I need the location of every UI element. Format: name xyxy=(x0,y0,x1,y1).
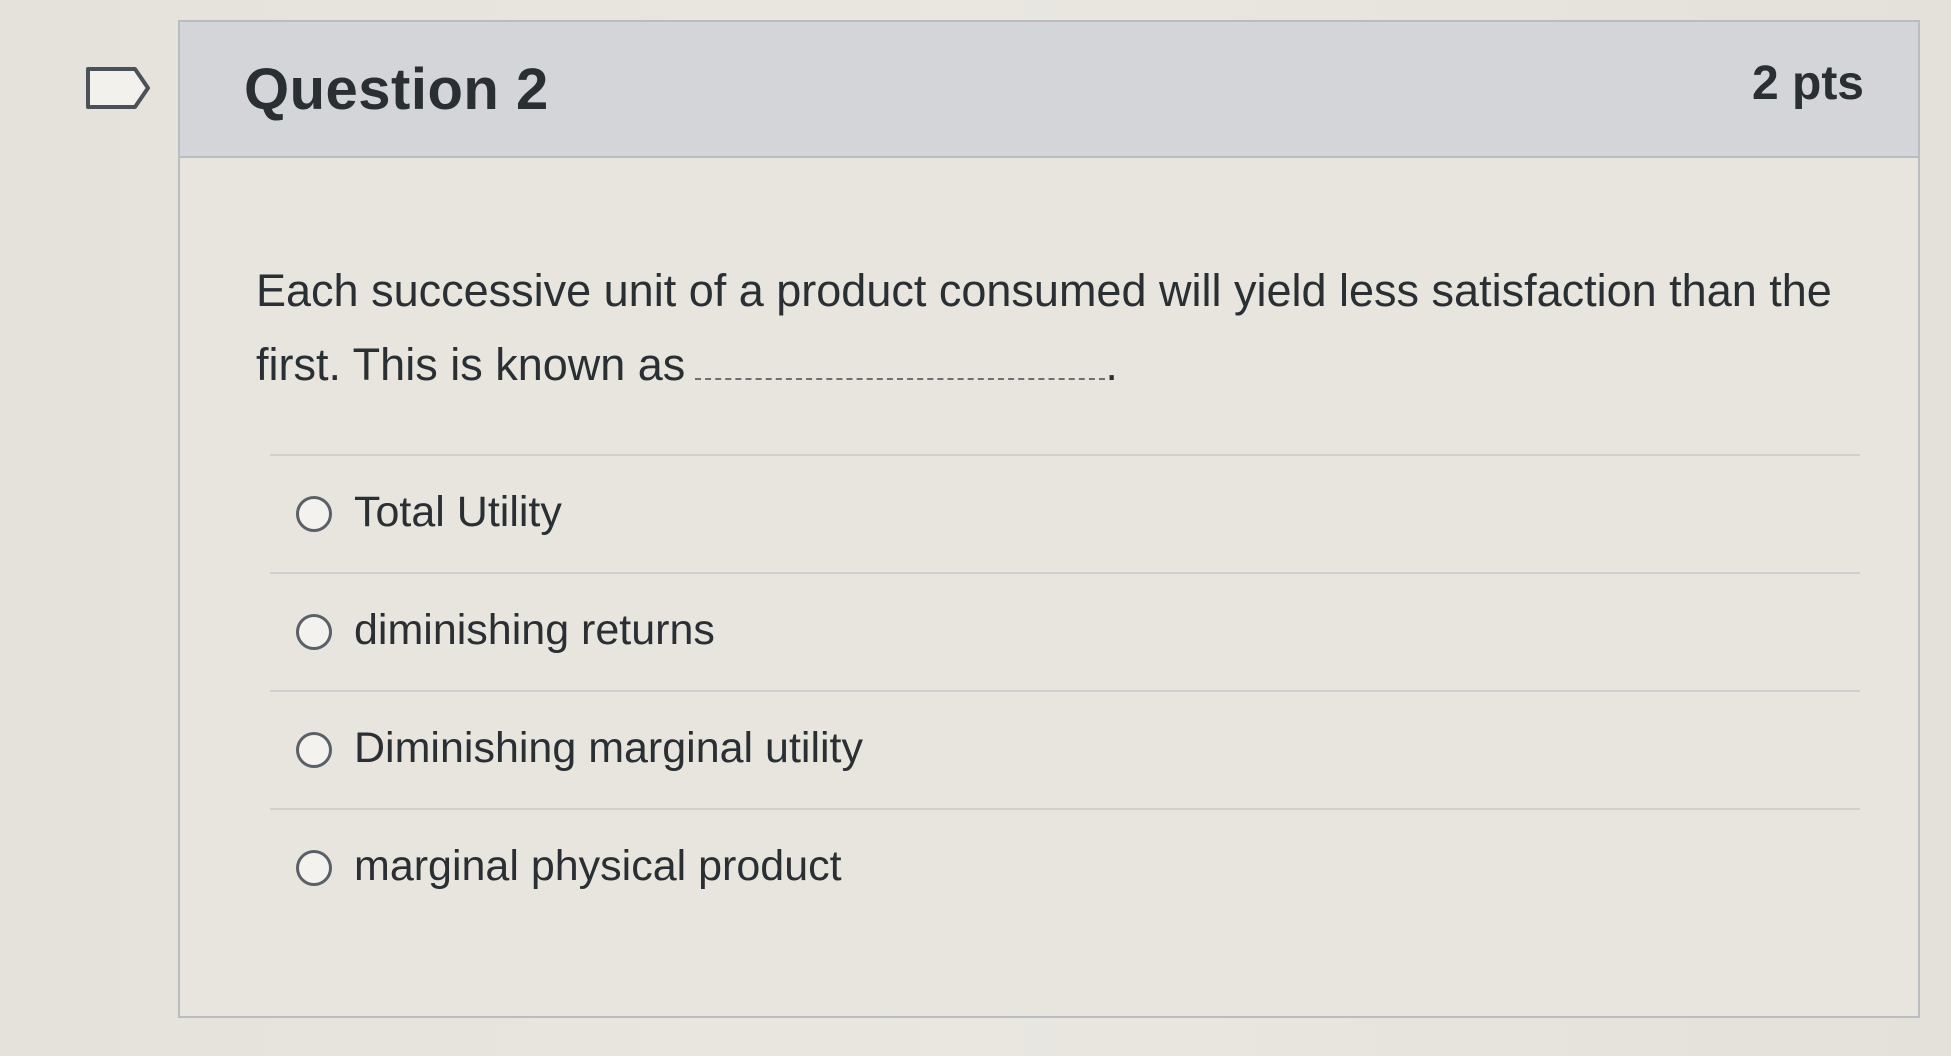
question-card: Question 2 2 pts Each successive unit of… xyxy=(178,20,1920,1018)
answer-label: marginal physical product xyxy=(354,842,842,890)
radio-button-icon[interactable] xyxy=(296,732,332,768)
answer-label: diminishing returns xyxy=(354,606,715,654)
answer-option-diminishing-returns[interactable]: diminishing returns xyxy=(270,574,1860,692)
question-header: Question 2 2 pts xyxy=(180,22,1918,158)
question-points: 2 pts xyxy=(1751,57,1864,110)
radio-button-icon[interactable] xyxy=(296,614,332,650)
question-text-suffix: . xyxy=(1105,339,1118,390)
flag-question-icon[interactable] xyxy=(85,66,151,110)
radio-button-icon[interactable] xyxy=(296,496,332,532)
answer-list: Total Utility diminishing returns Dimini… xyxy=(270,454,1860,926)
question-text: Each successive unit of a product consum… xyxy=(256,254,1876,402)
answer-option-diminishing-marginal-utility[interactable]: Diminishing marginal utility xyxy=(270,692,1860,810)
answer-blank xyxy=(695,344,1106,380)
question-title: Question 2 xyxy=(244,57,549,122)
answer-option-marginal-physical-product[interactable]: marginal physical product xyxy=(270,810,1860,926)
quiz-page: Question 2 2 pts Each successive unit of… xyxy=(0,0,1951,1056)
answer-label: Diminishing marginal utility xyxy=(354,724,864,772)
radio-button-icon[interactable] xyxy=(296,850,332,886)
answer-label: Total Utility xyxy=(354,488,562,536)
answer-option-total-utility[interactable]: Total Utility xyxy=(270,456,1860,574)
